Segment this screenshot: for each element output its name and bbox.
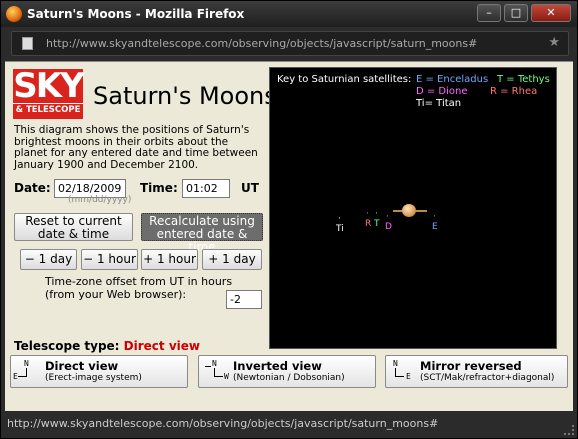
timezone-input[interactable]: -2 [226, 290, 262, 309]
moon-rhea: · R [365, 209, 372, 229]
key-title: Key to Saturnian satellites: [277, 74, 412, 85]
title-bar: Saturn's Moons - Mozilla Firefox – □ ✕ [1, 1, 577, 27]
key-dione: D = Dione [416, 86, 468, 97]
moon-tethys: · T [374, 209, 380, 229]
page-title: Saturn's Moons [93, 82, 277, 110]
plus-day-button[interactable]: + 1 day [202, 249, 262, 270]
direct-view-button[interactable]: N E Direct view (Erect-image system) [10, 355, 188, 388]
timezone-label: Time-zone offset from UT in hours (from … [45, 275, 233, 301]
saturn-planet [402, 204, 416, 217]
telescope-type-value: Direct view [123, 339, 200, 353]
key-tethys: T = Tethys [497, 74, 550, 85]
inverted-view-button[interactable]: N W Inverted view (Newtonian / Dobsonian… [198, 355, 376, 388]
key-titan: Ti= Titan [416, 98, 462, 109]
direct-view-subtitle: (Erect-image system) [45, 373, 142, 383]
plus-hour-button[interactable]: + 1 hour [141, 249, 198, 270]
mirror-reversed-subtitle: (SCT/Mak/refractor+diagonal) [420, 373, 555, 383]
maximize-button[interactable]: □ [504, 4, 528, 22]
status-bar: http://www.skyandtelescope.com/observing… [1, 411, 577, 438]
moon-dione: · D [385, 212, 392, 232]
status-url: http://www.skyandtelescope.com/observing… [7, 417, 439, 430]
direct-view-title: Direct view [45, 359, 119, 373]
mirror-reversed-title: Mirror reversed [420, 359, 522, 373]
close-button[interactable]: ✕ [531, 4, 571, 22]
inverted-view-orientation-icon: N W [205, 360, 229, 384]
direct-view-orientation-icon: N E [13, 359, 29, 381]
minus-hour-button[interactable]: − 1 hour [81, 249, 138, 270]
saturn-diagram: Key to Saturnian satellites: E = Encelad… [269, 67, 557, 349]
address-bar[interactable]: http://www.skyandtelescope.com/observing… [11, 31, 569, 56]
page-icon [22, 37, 33, 50]
browser-window: Saturn's Moons - Mozilla Firefox – □ ✕ h… [0, 0, 578, 439]
inverted-view-title: Inverted view [233, 359, 322, 373]
time-input[interactable]: 01:02 [182, 179, 230, 198]
key-enceladus: E = Enceladus [416, 74, 489, 85]
resize-grip-icon[interactable] [564, 425, 574, 435]
minus-day-button[interactable]: − 1 day [20, 249, 77, 270]
sky-telescope-logo: SKY & TELESCOPE [13, 69, 85, 119]
reset-button[interactable]: Reset to current date & time [14, 213, 133, 241]
time-unit: UT [241, 181, 259, 195]
navigation-bar: http://www.skyandtelescope.com/observing… [1, 27, 577, 61]
moon-enceladus: · E [432, 212, 438, 232]
mirror-reversed-orientation-icon: N E [393, 359, 411, 381]
page-description: This diagram shows the positions of Satu… [14, 124, 258, 171]
inverted-view-subtitle: (Newtonian / Dobsonian) [233, 373, 345, 383]
date-label: Date: [14, 181, 51, 195]
key-rhea: R = Rhea [490, 86, 538, 97]
telescope-type-label: Telescope type: Direct view [14, 339, 200, 353]
recalculate-button[interactable]: Recalculate using entered date & time [141, 213, 263, 254]
bookmark-star-icon[interactable]: ★ [548, 35, 560, 50]
date-hint: (mm/dd/yyyy) [68, 195, 132, 205]
firefox-icon [6, 6, 22, 22]
minimize-button[interactable]: – [477, 4, 501, 22]
page-content: SKY & TELESCOPE Saturn's Moons This diag… [5, 61, 573, 411]
mirror-reversed-button[interactable]: N E Mirror reversed (SCT/Mak/refractor+d… [385, 355, 568, 388]
window-title: Saturn's Moons - Mozilla Firefox [27, 7, 245, 21]
moon-titan: · Ti [336, 214, 344, 234]
time-label: Time: [140, 181, 178, 195]
address-text[interactable]: http://www.skyandtelescope.com/observing… [46, 37, 477, 50]
